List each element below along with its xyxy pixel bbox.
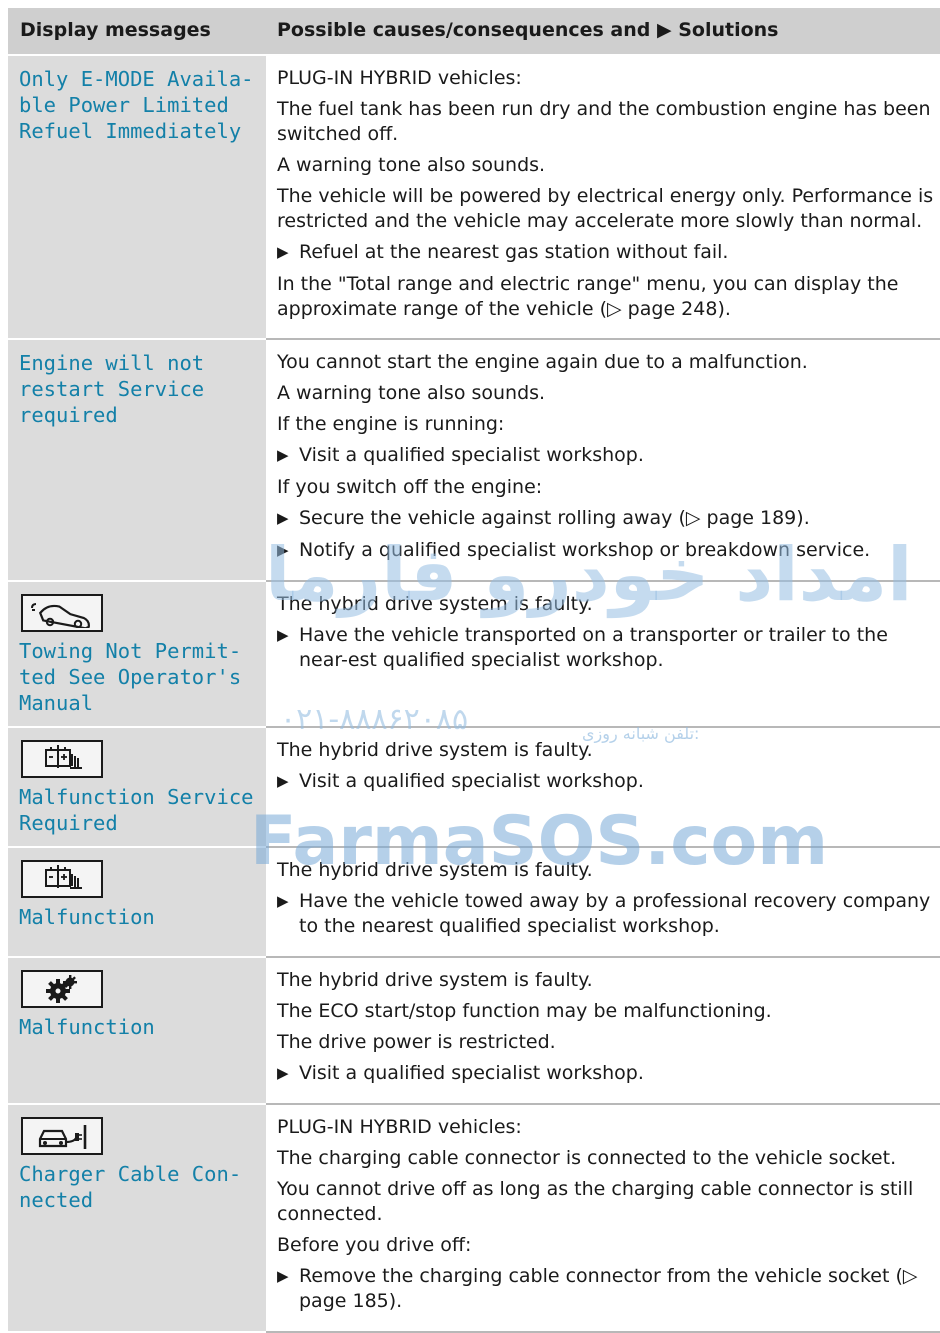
solution-step-text: Secure the vehicle against rolling away … [299,507,810,529]
solution-step: ▶ Remove the charging cable connector fro… [277,1264,936,1314]
cause-text: A warning tone also sounds. [277,382,546,404]
solution-step-text: Have the vehicle towed away by a profess… [299,890,931,937]
display-message-cell: Malfunction [8,848,266,956]
gear-icon [21,970,103,1008]
cause-text: The charging cable connector is connecte… [277,1147,897,1169]
watermark-phone: ۰۲۱-۸۸۸۶۲۰۸۵ [280,702,469,737]
battery-icon [21,740,103,778]
cause-text: If the engine is running: [277,413,505,435]
table-body: Only E-MODE Availa- ble Power Limited Re… [8,56,940,1333]
display-message-text: Charger Cable Con- nected [19,1162,242,1212]
table-row: Charger Cable Con- nected PLUG-IN HYBRID … [8,1105,940,1333]
cause-text: The vehicle will be powered by electrica… [277,185,934,232]
battery-icon [21,860,103,898]
solution-step: ▶ Have the vehicle transported on a trans… [277,623,936,673]
step-arrow-icon: ▶ [277,1267,289,1285]
cause-text: The ECO start/stop function may be malfu… [277,1000,772,1022]
step-arrow-icon: ▶ [277,772,289,790]
cause-text: If you switch off the engine: [277,476,543,498]
table-row: Malfunction The hybrid drive system is fa… [8,958,940,1105]
causes-solutions-cell: PLUG-IN HYBRID vehicles: The fuel tank ha… [266,56,940,338]
table-row: Only E-MODE Availa- ble Power Limited Re… [8,56,940,340]
cause-text: In the "Total range and electric range" … [277,273,899,320]
display-message-cell: Malfunction Service Required [8,728,266,846]
solution-step-text: Visit a qualified specialist workshop. [299,770,644,792]
display-message-text: Malfunction [19,1015,155,1039]
towing-car-icon [21,594,103,632]
causes-solutions-cell: The hybrid drive system is faulty. The EC… [266,958,940,1103]
charging-car-icon [21,1117,103,1155]
solution-step: ▶ Visit a qualified specialist workshop. [277,1061,936,1086]
solution-step: ▶ Visit a qualified specialist workshop. [277,769,936,794]
display-message-text: Malfunction Service Required [19,785,254,835]
step-arrow-icon: ▶ [277,243,289,261]
watermark-phone-label: تلفن شبانه روزی: [582,724,700,743]
solution-step-text: Visit a qualified specialist workshop. [299,444,644,466]
cause-text: You cannot drive off as long as the char… [277,1178,914,1225]
table-header: Display messages Possible causes/consequ… [8,8,940,56]
display-message-cell: Only E-MODE Availa- ble Power Limited Re… [8,56,266,338]
step-arrow-icon: ▶ [277,1064,289,1082]
cause-text: Before you drive off: [277,1234,472,1256]
cause-text: The hybrid drive system is faulty. [277,969,593,991]
watermark-arabic-title: امداد خودرو فارما [265,532,913,618]
display-message-text: Towing Not Permit- ted See Operator's Ma… [19,639,242,715]
cause-text: The fuel tank has been run dry and the c… [277,98,931,145]
display-message-cell: Towing Not Permit- ted See Operator's Ma… [8,582,266,726]
solution-step: ▶ Secure the vehicle against rolling away… [277,506,936,531]
solution-step: ▶ Visit a qualified specialist workshop. [277,443,936,468]
display-message-cell: Malfunction [8,958,266,1103]
display-message-text: Only E-MODE Availa- ble Power Limited Re… [19,67,254,143]
step-arrow-icon: ▶ [277,446,289,464]
cause-text: You cannot start the engine again due to… [277,351,808,373]
header-causes-solutions: Possible causes/consequences and ▶ Solut… [277,19,779,41]
solution-step-text: Visit a qualified specialist workshop. [299,1062,644,1084]
display-message-cell: Engine will not restart Service required [8,340,266,580]
solution-step: ▶ Have the vehicle towed away by a profes… [277,889,936,939]
cause-text: A warning tone also sounds. [277,154,546,176]
solution-step-text: Refuel at the nearest gas station withou… [299,241,729,263]
cause-text: The drive power is restricted. [277,1031,556,1053]
display-message-text: Engine will not restart Service required [19,351,205,427]
cause-text: PLUG-IN HYBRID vehicles: [277,67,522,89]
watermark-site: FarmaSOS.com [250,802,829,881]
step-arrow-icon: ▶ [277,892,289,910]
solution-step-text: Remove the charging cable connector from… [299,1265,918,1312]
cause-text: PLUG-IN HYBRID vehicles: [277,1116,522,1138]
causes-solutions-cell: PLUG-IN HYBRID vehicles: The charging cab… [266,1105,940,1331]
header-display-messages: Display messages [20,19,211,41]
solution-step: ▶ Refuel at the nearest gas station witho… [277,240,936,265]
display-message-cell: Charger Cable Con- nected [8,1105,266,1331]
step-arrow-icon: ▶ [277,626,289,644]
step-arrow-icon: ▶ [277,509,289,527]
display-message-text: Malfunction [19,905,155,929]
display-messages-table: Display messages Possible causes/consequ… [8,8,940,1333]
solution-step-text: Have the vehicle transported on a transp… [299,624,888,671]
